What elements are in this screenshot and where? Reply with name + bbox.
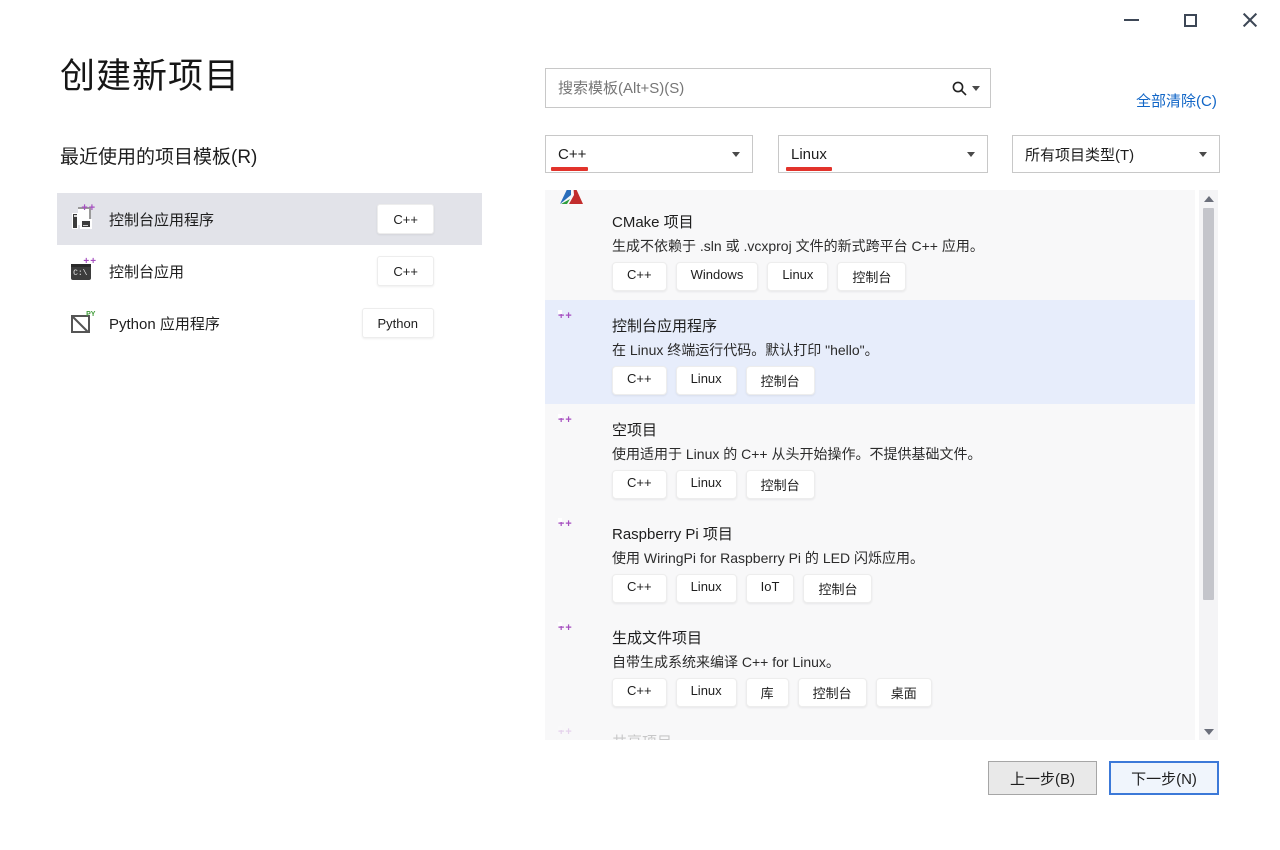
template-list-scrollbar[interactable]	[1199, 190, 1218, 740]
close-icon	[1242, 12, 1258, 28]
cpp-console-window-icon: C:\ ++	[71, 258, 97, 284]
template-list: CMake 项目 生成不依赖于 .sln 或 .vcxproj 文件的新式跨平台…	[545, 190, 1195, 740]
recent-item-python-app[interactable]: PY Python 应用程序 Python	[57, 297, 482, 349]
chevron-down-icon	[972, 86, 980, 91]
annotation-underline-platform	[786, 167, 832, 171]
template-tags: C++ Linux 控制台	[612, 470, 815, 499]
tag: 控制台	[798, 678, 867, 707]
template-item-makefile-project[interactable]: ++ 生成文件项目 自带生成系统来编译 C++ for Linux。 C++ L…	[545, 612, 1195, 716]
tag: C++	[612, 678, 667, 707]
search-icon	[951, 80, 968, 97]
scroll-down-button[interactable]	[1199, 723, 1218, 740]
close-button[interactable]	[1227, 5, 1273, 35]
triangle-down-icon	[1204, 729, 1214, 735]
template-title: 生成文件项目	[612, 627, 702, 648]
template-description: 生成不依赖于 .sln 或 .vcxproj 文件的新式跨平台 C++ 应用。	[612, 236, 984, 256]
tag: 控制台	[837, 262, 906, 291]
maximize-icon	[1184, 14, 1197, 27]
tag: Linux	[676, 366, 737, 395]
tag: Linux	[676, 470, 737, 499]
page-title: 创建新项目	[60, 48, 240, 99]
annotation-underline-language	[551, 167, 588, 171]
language-badge: C++	[377, 256, 434, 286]
clear-all-link[interactable]: 全部清除(C)	[1136, 90, 1218, 111]
minimize-icon	[1124, 19, 1139, 21]
tag: 桌面	[876, 678, 932, 707]
language-badge: Python	[362, 308, 434, 338]
platform-dropdown-value: Linux	[791, 146, 827, 163]
tag: C++	[612, 366, 667, 395]
recent-item-label: 控制台应用	[109, 261, 184, 282]
tag: C++	[612, 262, 667, 291]
template-item-partial[interactable]: ++ 共享项目	[545, 716, 1195, 740]
template-tags: C++ Linux IoT 控制台	[612, 574, 872, 603]
next-button[interactable]: 下一步(N)	[1109, 761, 1219, 795]
language-dropdown-value: C++	[558, 146, 586, 163]
recent-templates-heading: 最近使用的项目模板(R)	[60, 142, 257, 169]
maximize-button[interactable]	[1167, 5, 1213, 35]
template-tags: C++ Linux 控制台	[612, 366, 815, 395]
chevron-down-icon	[732, 152, 740, 157]
template-description: 自带生成系统来编译 C++ for Linux。	[612, 652, 840, 672]
tag: 控制台	[803, 574, 872, 603]
tag: C++	[612, 574, 667, 603]
template-description: 在 Linux 终端运行代码。默认打印 "hello"。	[612, 340, 879, 360]
search-input[interactable]	[546, 69, 951, 107]
template-title: 共享项目	[612, 731, 672, 740]
tag: Linux	[676, 678, 737, 707]
template-tags: C++ Windows Linux 控制台	[612, 262, 906, 291]
template-item-raspberry-pi[interactable]: ++ Raspberry Pi 项目 使用 WiringPi for Raspb…	[545, 508, 1195, 612]
recent-item-console-app[interactable]: C:\ ++ 控制台应用 C++	[57, 245, 482, 297]
template-description: 使用 WiringPi for Raspberry Pi 的 LED 闪烁应用。	[612, 548, 924, 568]
tag: C++	[612, 470, 667, 499]
search-button[interactable]	[951, 80, 990, 97]
linux-console-app-icon: ++	[71, 206, 97, 232]
template-title: 空项目	[612, 419, 657, 440]
chevron-down-icon	[1199, 152, 1207, 157]
python-app-icon: PY	[71, 310, 97, 336]
scrollbar-thumb[interactable]	[1203, 208, 1214, 600]
tag: IoT	[746, 574, 795, 603]
recent-templates-list: ++ 控制台应用程序 C++ C:\ ++ 控制台应用 C++ PY Pytho…	[57, 193, 482, 349]
recent-item-console-app-program[interactable]: ++ 控制台应用程序 C++	[57, 193, 482, 245]
tag: 库	[746, 678, 789, 707]
tag: Linux	[767, 262, 828, 291]
triangle-up-icon	[1204, 196, 1214, 202]
tag: Windows	[676, 262, 759, 291]
template-item-empty-project[interactable]: ++ 空项目 使用适用于 Linux 的 C++ 从头开始操作。不提供基础文件。…	[545, 404, 1195, 508]
minimize-button[interactable]	[1108, 5, 1154, 35]
search-box	[545, 68, 991, 108]
scroll-up-button[interactable]	[1199, 190, 1218, 207]
tag: 控制台	[746, 470, 815, 499]
template-item-cmake[interactable]: CMake 项目 生成不依赖于 .sln 或 .vcxproj 文件的新式跨平台…	[545, 196, 1195, 300]
project-type-dropdown-value: 所有项目类型(T)	[1025, 144, 1134, 165]
template-item-console-app-program[interactable]: ++ 控制台应用程序 在 Linux 终端运行代码。默认打印 "hello"。 …	[545, 300, 1195, 404]
back-button[interactable]: 上一步(B)	[988, 761, 1097, 795]
template-title: Raspberry Pi 项目	[612, 523, 733, 544]
recent-item-label: 控制台应用程序	[109, 209, 214, 230]
chevron-down-icon	[967, 152, 975, 157]
create-new-project-dialog: 创建新项目 全部清除(C) C++ Linux 所有项目类型(T) 最近使用的项…	[0, 0, 1280, 850]
project-type-dropdown[interactable]: 所有项目类型(T)	[1012, 135, 1220, 173]
recent-item-label: Python 应用程序	[109, 313, 220, 334]
template-title: CMake 项目	[612, 211, 694, 232]
tag: 控制台	[746, 366, 815, 395]
language-badge: C++	[377, 204, 434, 234]
tag: Linux	[676, 574, 737, 603]
template-description: 使用适用于 Linux 的 C++ 从头开始操作。不提供基础文件。	[612, 444, 982, 464]
template-tags: C++ Linux 库 控制台 桌面	[612, 678, 932, 707]
template-title: 控制台应用程序	[612, 315, 717, 336]
